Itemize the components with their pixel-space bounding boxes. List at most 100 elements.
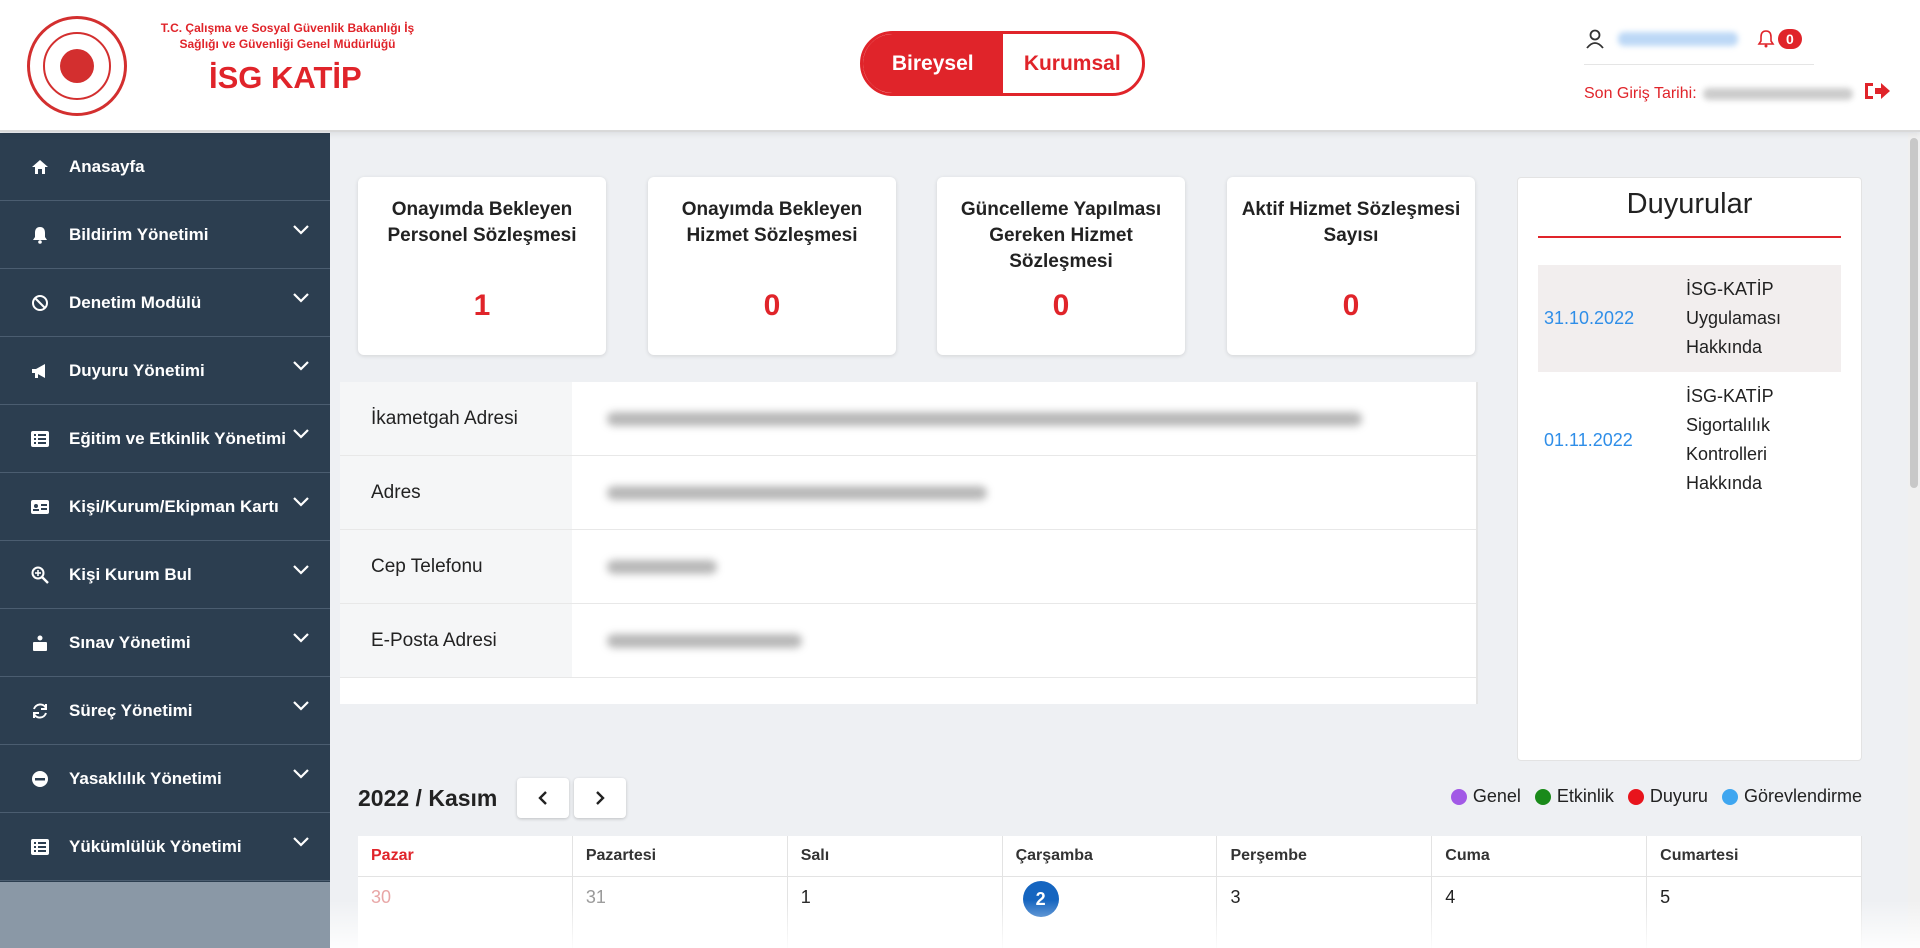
info-label: Adres [340,456,572,529]
ministry-line-1: T.C. Çalışma ve Sosyal Güvenlik Bakanlığ… [160,21,415,35]
list-icon [30,838,50,855]
weekday-label: Pazar [358,836,573,876]
sync-icon [30,702,50,720]
sidebar-item-bildirim[interactable]: Bildirim Yönetimi [0,201,330,269]
chevron-down-icon[interactable] [292,697,310,717]
stat-card-aktif[interactable]: Aktif Hizmet Sözleşmesi Sayısı 0 [1227,177,1475,355]
stat-label: Güncelleme Yapılması Gereken Hizmet Sözl… [960,199,1162,272]
table-row: Cep Telefonu [340,530,1476,604]
toggle-kurumsal[interactable]: Kurumsal [1003,34,1143,93]
stat-card-guncelleme[interactable]: Güncelleme Yapılması Gereken Hizmet Sözl… [937,177,1185,355]
announcement-text[interactable]: İSG-KATİP Sigortalılık Kontrolleri Hakkı… [1686,382,1841,498]
chevron-down-icon[interactable] [292,425,310,445]
stat-value: 1 [473,289,491,322]
chevron-down-icon[interactable] [292,629,310,649]
info-label: E-Posta Adresi [340,604,572,677]
sidebar-item-label: Eğitim ve Etkinlik Yönetimi [69,428,286,448]
calendar-weekday-header: Pazar Pazartesi Salı Çarşamba Perşembe C… [358,836,1863,877]
ministry-logo [27,16,127,116]
ban-icon [30,294,50,312]
stat-label: Aktif Hizmet Sözleşmesi Sayısı [1241,199,1461,246]
user-area: 0 Son Giriş Tarihi: [1584,24,1914,108]
weekday-label: Perşembe [1217,836,1433,876]
stat-value: 0 [1342,289,1360,322]
stat-value: 0 [1052,289,1070,322]
chevron-down-icon[interactable] [292,493,310,513]
sidebar-item-sinav[interactable]: Sınav Yönetimi [0,609,330,677]
sidebar-item-denetim[interactable]: Denetim Modülü [0,269,330,337]
info-value-redacted [607,411,1362,426]
info-label: İkametgah Adresi [340,382,572,455]
sidebar-item-surec[interactable]: Süreç Yönetimi [0,677,330,745]
chevron-down-icon[interactable] [292,765,310,785]
notification-badge: 0 [1778,29,1802,49]
sidebar-item-label: Bildirim Yönetimi [69,224,209,244]
stat-card-personel[interactable]: Onayımda Bekleyen Personel Sözleşmesi 1 [358,177,606,355]
chevron-down-icon[interactable] [292,289,310,309]
exam-icon [30,635,50,651]
last-login-label: Son Giriş Tarihi: [1584,84,1697,102]
sidebar-item-label: Yasaklılık Yönetimi [69,768,222,788]
info-value-redacted [607,485,987,500]
home-icon [30,159,50,175]
info-value-redacted [607,633,802,648]
announcement-item[interactable]: 31.10.2022 İSG-KATİP Uygulaması Hakkında [1538,265,1841,372]
legend-item: Etkinlik [1534,786,1614,807]
chevron-down-icon[interactable] [292,357,310,377]
sidebar-item-yukumluluk[interactable]: Yükümlülük Yönetimi [0,813,330,881]
chevron-right-icon [596,791,606,805]
info-value-redacted [607,559,717,574]
prev-month-button[interactable] [517,778,570,818]
last-login-value [1702,87,1853,100]
ministry-name: T.C. Çalışma ve Sosyal Güvenlik Bakanlığ… [160,20,415,52]
minus-circle-icon [30,770,50,788]
notifications[interactable]: 0 [1756,29,1802,49]
weekday-label: Cuma [1432,836,1648,876]
page-scrollbar[interactable] [1908,133,1920,948]
table-row: E-Posta Adresi [340,604,1476,678]
sidebar-item-anasayfa[interactable]: Anasayfa [0,133,330,201]
bell-icon [30,226,50,244]
sidebar-item-kisi-bul[interactable]: Kişi Kurum Bul [0,541,330,609]
sidebar-item-egitim[interactable]: Eğitim ve Etkinlik Yönetimi [0,405,330,473]
chevron-down-icon[interactable] [292,561,310,581]
weekday-label: Salı [788,836,1003,876]
calendar-title: 2022 / Kasım [358,784,498,811]
sidebar-item-duyuru[interactable]: Duyuru Yönetimi [0,337,330,405]
mode-toggle[interactable]: Bireysel Kurumsal [860,31,1145,96]
sidebar-item-label: Kişi Kurum Bul [69,564,192,584]
calendar-legend: Genel Etkinlik Duyuru Görevlendirme [1437,786,1862,807]
sidebar-item-yasaklilik[interactable]: Yasaklılık Yönetimi [0,745,330,813]
user-icon[interactable] [1584,28,1606,50]
contact-info-table: İkametgah Adresi Adres Cep Telefonu E-Po… [340,382,1478,704]
sidebar-item-label: Anasayfa [69,156,145,176]
stat-card-hizmet[interactable]: Onayımda Bekleyen Hizmet Sözleşmesi 0 [648,177,896,355]
user-name[interactable] [1618,32,1738,46]
announcement-text[interactable]: İSG-KATİP Uygulaması Hakkında [1686,275,1841,362]
info-label: Cep Telefonu [340,530,572,603]
megaphone-icon [30,363,50,379]
legend-item: Görevlendirme [1721,786,1862,807]
search-icon [30,566,50,584]
weekday-label: Pazartesi [573,836,788,876]
sidebar-item-label: Sınav Yönetimi [69,632,191,652]
toggle-bireysel[interactable]: Bireysel [863,34,1003,93]
stat-value: 0 [763,289,781,322]
announcement-date[interactable]: 01.11.2022 [1538,382,1686,498]
chevron-down-icon[interactable] [292,833,310,853]
logout-icon[interactable] [1863,79,1891,108]
next-month-button[interactable] [574,778,627,818]
announcement-date[interactable]: 31.10.2022 [1538,275,1686,362]
sidebar-item-label: Denetim Modülü [69,292,202,312]
sidebar-item-kisi-kart[interactable]: Kişi/Kurum/Ekipman Kartı [0,473,330,541]
id-card-icon [30,499,50,514]
sidebar-item-label: Kişi/Kurum/Ekipman Kartı [69,496,279,516]
bell-icon[interactable] [1756,29,1776,49]
chevron-down-icon[interactable] [292,221,310,241]
app-title: İSG KATİP [209,60,362,95]
chevron-left-icon [538,791,548,805]
sidebar-item-label: Duyuru Yönetimi [69,360,205,380]
weekday-label: Cumartesi [1647,836,1863,876]
ministry-line-2: Sağlığı ve Güvenliği Genel Müdürlüğü [179,37,396,51]
announcement-item[interactable]: 01.11.2022 İSG-KATİP Sigortalılık Kontro… [1538,378,1841,502]
